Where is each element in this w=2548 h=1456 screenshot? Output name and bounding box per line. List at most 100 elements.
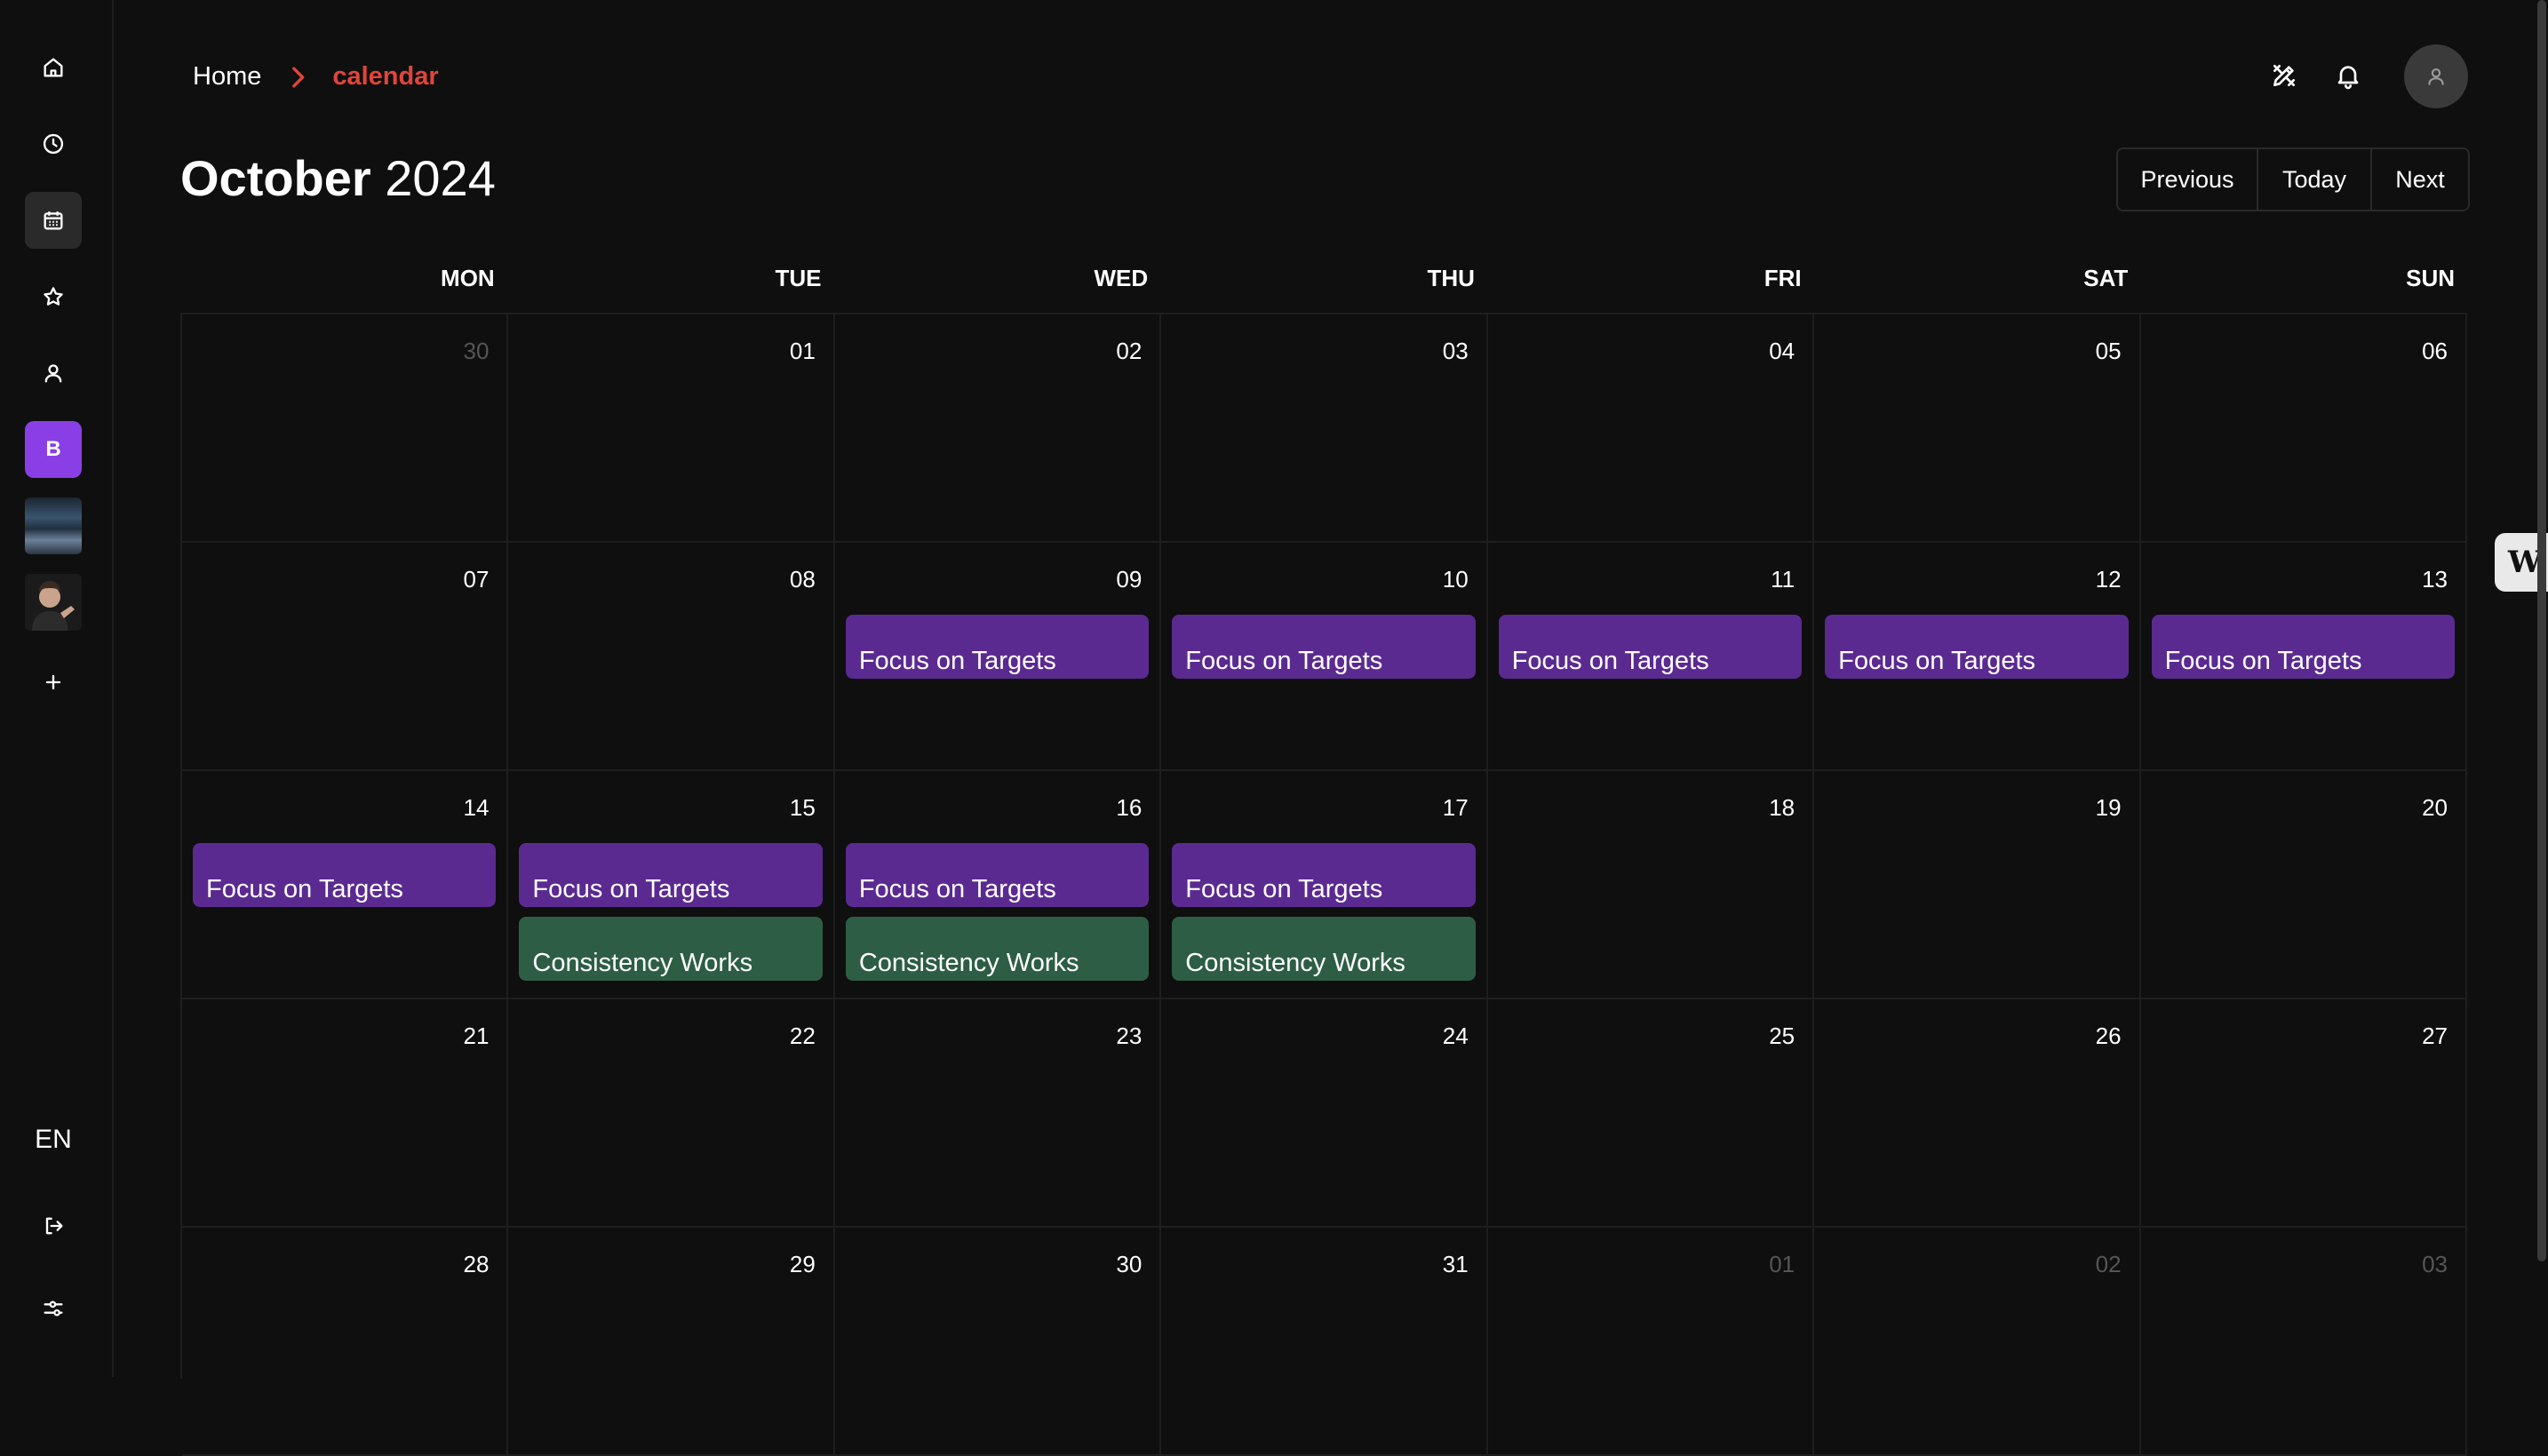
day-cell[interactable]: 21 — [182, 999, 509, 1228]
day-cell[interactable]: 20 — [2140, 771, 2467, 999]
next-button[interactable]: Next — [2370, 149, 2468, 210]
weekday-label: FRI — [1764, 265, 1802, 291]
calendar-event[interactable]: Focus on Targets — [193, 843, 497, 907]
today-button[interactable]: Today — [2257, 149, 2370, 210]
person-photo — [25, 574, 82, 631]
user-avatar-button[interactable] — [2404, 44, 2468, 108]
day-number: 29 — [789, 1251, 816, 1277]
month-label: October — [180, 150, 371, 206]
language-selector[interactable]: EN — [0, 1125, 107, 1155]
day-number: 04 — [1769, 338, 1796, 364]
day-cell[interactable]: 02 — [834, 314, 1162, 543]
day-number: 01 — [789, 338, 816, 364]
workspace-badge[interactable]: B — [25, 421, 82, 478]
day-number: 09 — [1116, 566, 1143, 593]
sidebar-item-calendar[interactable] — [25, 192, 82, 249]
day-cell[interactable]: 30 — [182, 314, 509, 543]
calendar-icon — [44, 211, 63, 230]
day-number: 31 — [1442, 1251, 1469, 1277]
day-cell[interactable]: 23 — [834, 999, 1162, 1228]
workspace-thumbnail-person[interactable] — [25, 574, 82, 631]
previous-button[interactable]: Previous — [2118, 149, 2257, 210]
weekday-label: THU — [1427, 265, 1475, 291]
day-number: 30 — [1116, 1251, 1143, 1277]
day-number: 02 — [2095, 1251, 2122, 1277]
calendar-grid: 30 01 02 03 04 05 06 07 08 09 Focus on Targets 10 Fo… — [180, 313, 2467, 1456]
day-cell[interactable]: 03 — [2140, 1228, 2467, 1456]
tools-button[interactable] — [2267, 59, 2301, 92]
day-cell[interactable]: 08 — [508, 543, 835, 771]
weekday-label: WED — [1094, 265, 1149, 291]
calendar-event[interactable]: Consistency Works — [845, 917, 1150, 981]
calendar-nav: Previous Today Next — [2116, 147, 2470, 211]
day-cell[interactable]: 12 Focus on Targets — [1814, 543, 2141, 771]
day-cell[interactable]: 18 — [1487, 771, 1815, 999]
sidebar-item-home[interactable] — [25, 39, 82, 96]
breadcrumb-home-link[interactable]: Home — [193, 62, 261, 91]
calendar-event[interactable]: Focus on Targets — [845, 615, 1150, 679]
clock-icon — [43, 133, 64, 155]
day-cell[interactable]: 01 — [1487, 1228, 1815, 1456]
day-cell[interactable]: 06 — [2140, 314, 2467, 543]
star-icon — [44, 287, 63, 306]
add-workspace-button[interactable] — [25, 654, 82, 711]
calendar-event[interactable]: Consistency Works — [519, 917, 823, 981]
day-number: 10 — [1442, 566, 1469, 593]
day-cell[interactable]: 16 Focus on Targets Consistency Works — [834, 771, 1162, 999]
day-number: 17 — [1442, 794, 1469, 821]
day-number: 16 — [1116, 794, 1143, 821]
sidebar-item-favorites[interactable] — [25, 268, 82, 325]
day-cell[interactable]: 25 — [1487, 999, 1815, 1228]
calendar-event[interactable]: Focus on Targets — [845, 843, 1150, 907]
day-cell[interactable]: 30 — [834, 1228, 1162, 1456]
day-cell[interactable]: 11 Focus on Targets — [1487, 543, 1815, 771]
day-cell[interactable]: 26 — [1814, 999, 2141, 1228]
logout-button[interactable] — [25, 1197, 82, 1254]
tools-icon — [2273, 65, 2295, 86]
day-cell[interactable]: 10 Focus on Targets — [1161, 543, 1488, 771]
day-cell[interactable]: 02 — [1814, 1228, 2141, 1456]
day-number: 20 — [2422, 794, 2448, 821]
page-scrollbar[interactable] — [2537, 0, 2546, 1261]
day-cell[interactable]: 19 — [1814, 771, 2141, 999]
calendar-event[interactable]: Focus on Targets — [1498, 615, 1803, 679]
weekday-label: SUN — [2406, 265, 2456, 291]
day-cell[interactable]: 01 — [508, 314, 835, 543]
day-number: 01 — [1769, 1251, 1796, 1277]
day-cell[interactable]: 27 — [2140, 999, 2467, 1228]
day-cell[interactable]: 15 Focus on Targets Consistency Works — [508, 771, 835, 999]
year-label: 2024 — [385, 150, 496, 206]
notifications-button[interactable] — [2331, 59, 2365, 92]
day-cell[interactable]: 22 — [508, 999, 835, 1228]
settings-button[interactable] — [25, 1280, 82, 1337]
sidebar-item-profile[interactable] — [25, 345, 82, 402]
day-cell[interactable]: 24 — [1161, 999, 1488, 1228]
day-cell[interactable]: 29 — [508, 1228, 835, 1456]
chevron-right-icon — [292, 67, 305, 87]
calendar-event[interactable]: Focus on Targets — [1172, 615, 1476, 679]
bell-icon — [2337, 66, 2359, 90]
calendar-event[interactable]: Consistency Works — [1172, 917, 1476, 981]
calendar-event[interactable]: Focus on Targets — [1172, 843, 1476, 907]
day-number: 15 — [789, 794, 816, 821]
day-number: 06 — [2422, 338, 2448, 364]
workspace-thumbnail-city[interactable] — [25, 497, 82, 554]
day-cell[interactable]: 09 Focus on Targets — [834, 543, 1162, 771]
calendar-event[interactable]: Focus on Targets — [519, 843, 823, 907]
day-number: 13 — [2422, 566, 2448, 593]
day-number: 23 — [1116, 1022, 1143, 1049]
calendar-event[interactable]: Focus on Targets — [1825, 615, 2129, 679]
day-cell[interactable]: 14 Focus on Targets — [182, 771, 509, 999]
day-cell[interactable]: 31 — [1161, 1228, 1488, 1456]
day-cell[interactable]: 13 Focus on Targets — [2140, 543, 2467, 771]
sidebar-item-history[interactable] — [25, 115, 82, 172]
day-number: 22 — [789, 1022, 816, 1049]
calendar-event[interactable]: Focus on Targets — [2151, 615, 2455, 679]
day-cell[interactable]: 17 Focus on Targets Consistency Works — [1161, 771, 1488, 999]
day-cell[interactable]: 03 — [1161, 314, 1488, 543]
day-cell[interactable]: 07 — [182, 543, 509, 771]
day-number: 27 — [2422, 1022, 2448, 1049]
day-cell[interactable]: 28 — [182, 1228, 509, 1456]
day-cell[interactable]: 05 — [1814, 314, 2141, 543]
day-cell[interactable]: 04 — [1487, 314, 1815, 543]
